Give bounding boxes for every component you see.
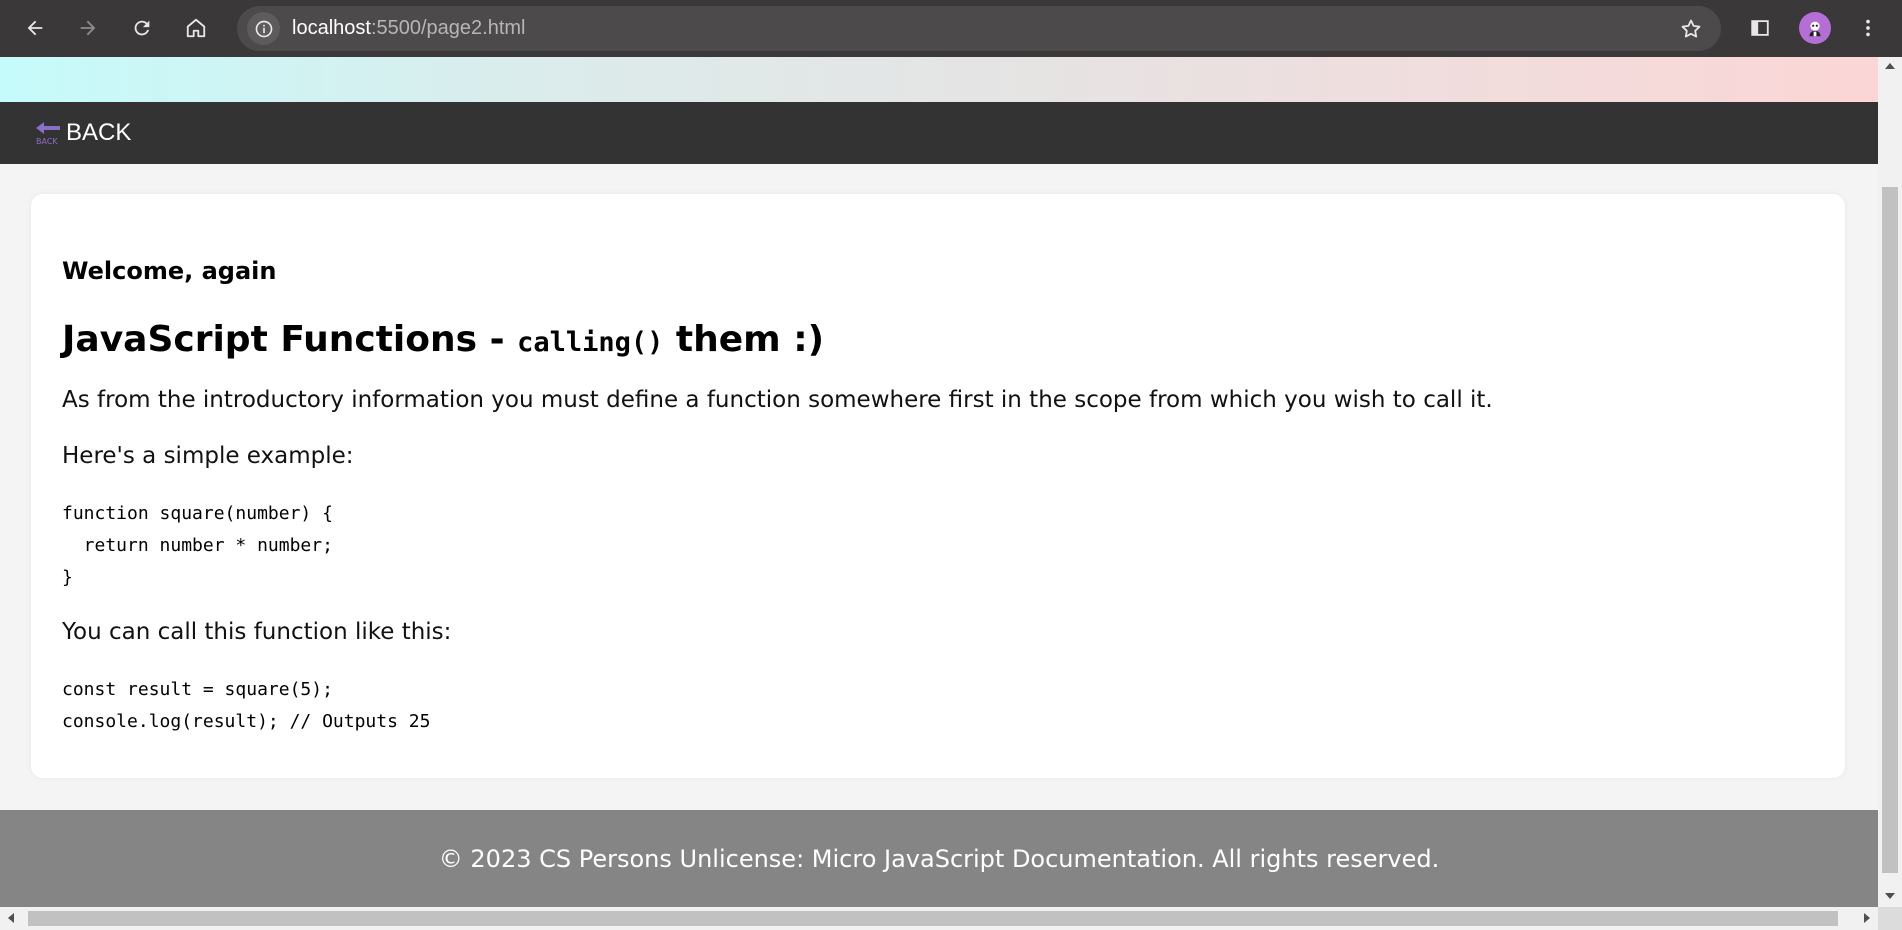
back-label: BACK <box>66 119 132 146</box>
site-info-button[interactable] <box>247 12 280 45</box>
page-title: JavaScript Functions - calling() them :) <box>62 319 824 360</box>
example-label: Here's a simple example: <box>62 443 354 469</box>
star-icon[interactable] <box>1679 17 1703 41</box>
vertical-scrollbar[interactable] <box>1878 57 1902 907</box>
scroll-right-icon[interactable] <box>1864 913 1870 923</box>
browser-home-button[interactable] <box>178 10 214 46</box>
browser-menu-button[interactable] <box>1850 10 1886 46</box>
welcome-heading: Welcome, again <box>62 257 277 285</box>
call-label: You can call this function like this: <box>62 619 452 645</box>
side-panel-button[interactable] <box>1742 10 1778 46</box>
svg-text:BACK: BACK <box>36 137 58 146</box>
vertical-scroll-thumb[interactable] <box>1882 187 1898 873</box>
browser-reload-button[interactable] <box>124 10 160 46</box>
footer-text: © 2023 CS Persons Unlicense: Micro JavaS… <box>438 844 1440 873</box>
browser-forward-button[interactable] <box>70 10 106 46</box>
intro-paragraph: As from the introductory information you… <box>62 387 1493 413</box>
gradient-banner <box>0 57 1878 102</box>
back-arrow-icon: BACK <box>36 122 60 146</box>
reload-icon <box>134 20 150 36</box>
back-link[interactable]: BACK BACK <box>34 116 131 150</box>
title-prefix: JavaScript Functions - <box>62 319 518 360</box>
browser-toolbar: localhost:5500/page2.html <box>0 0 1902 57</box>
arrow-left-icon <box>27 20 43 36</box>
horizontal-scroll-thumb[interactable] <box>28 911 1838 926</box>
scrollbar-corner <box>1878 907 1902 930</box>
avatar-icon <box>1809 21 1821 37</box>
url-path: :5500/page2.html <box>370 17 526 39</box>
code-example-block: function square(number) { return number … <box>62 503 333 588</box>
browser-back-button[interactable] <box>17 10 53 46</box>
scroll-down-icon[interactable] <box>1885 893 1895 899</box>
url-host: localhost <box>292 17 371 39</box>
arrow-right-icon <box>80 20 96 36</box>
scroll-left-icon[interactable] <box>8 913 14 923</box>
scroll-up-icon[interactable] <box>1885 63 1895 69</box>
side-panel-icon <box>1751 20 1769 36</box>
horizontal-scrollbar[interactable] <box>0 907 1878 930</box>
title-suffix: them :) <box>663 319 825 360</box>
url-text: localhost:5500/page2.html <box>292 6 526 51</box>
info-icon <box>255 20 272 37</box>
page-footer: © 2023 CS Persons Unlicense: Micro JavaS… <box>0 810 1878 907</box>
page-viewport: BACK BACK Welcome, again JavaScript Func… <box>0 57 1878 907</box>
home-icon <box>186 18 206 38</box>
address-bar[interactable]: localhost:5500/page2.html <box>237 6 1721 51</box>
profile-avatar[interactable] <box>1799 12 1831 44</box>
title-code: calling() <box>517 327 664 358</box>
code-call-block: const result = square(5); console.log(re… <box>62 679 431 732</box>
kebab-menu-icon <box>1866 19 1870 37</box>
top-navbar: BACK BACK <box>0 102 1878 164</box>
content-card: Welcome, again JavaScript Functions - ca… <box>31 194 1845 778</box>
